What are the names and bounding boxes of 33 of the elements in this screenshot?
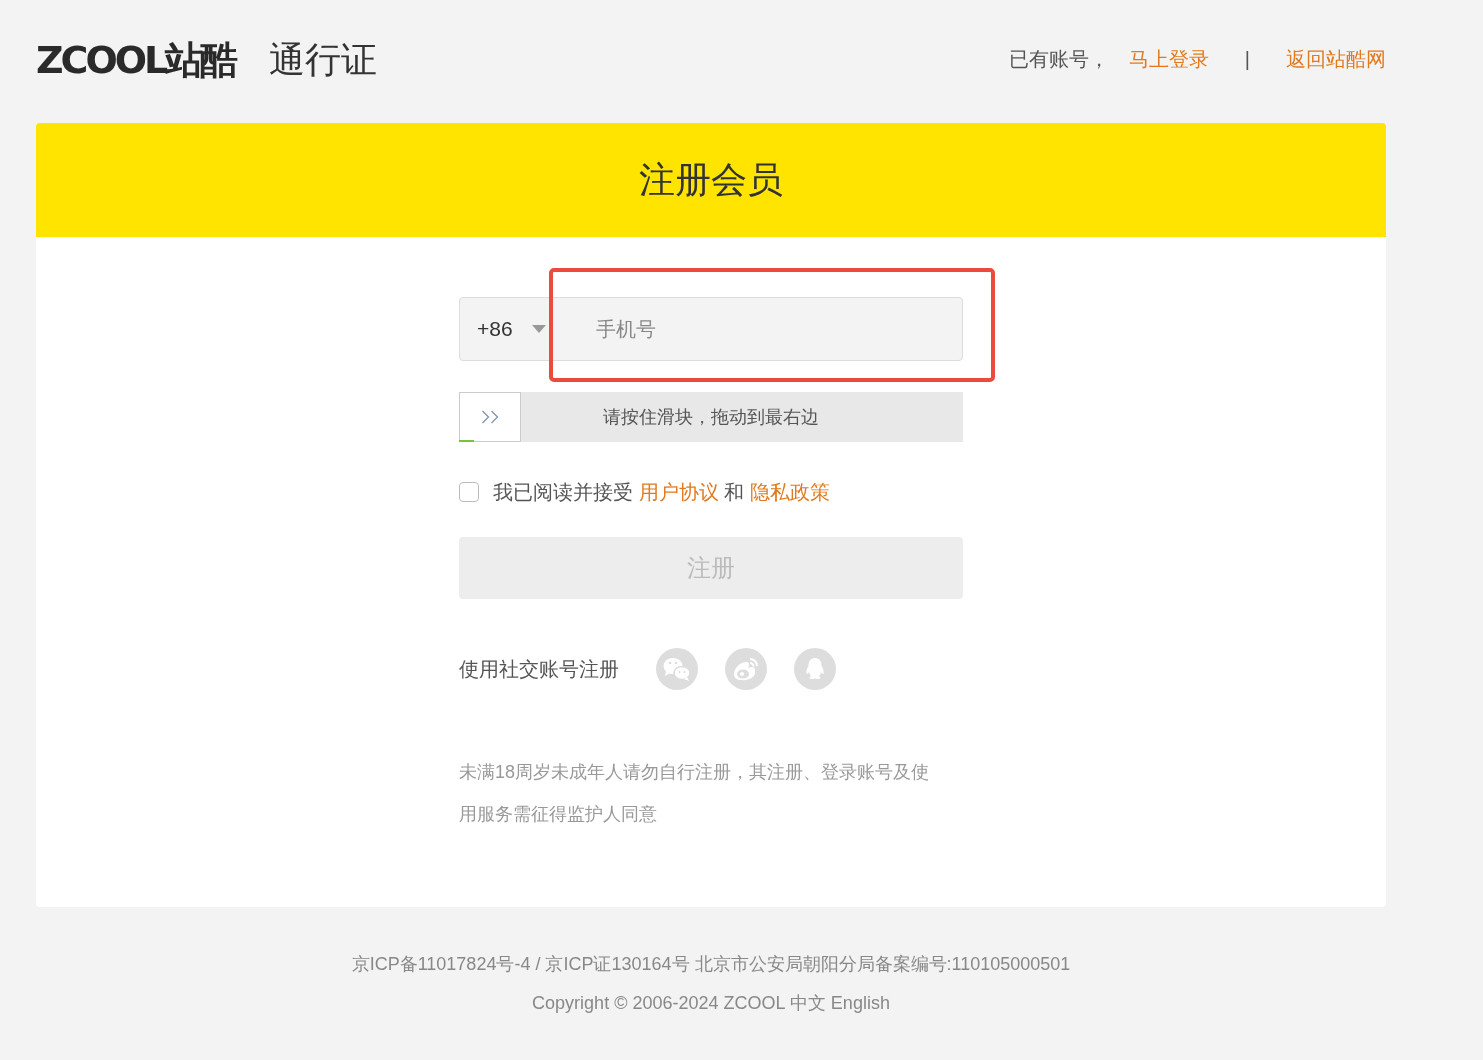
phone-field[interactable]: +86 手机号 [459,297,963,361]
account-prompt: 已有账号， [1008,47,1109,72]
chat-bubbles-icon [656,648,698,690]
page-subtitle: 通行证 [269,41,378,78]
country-code-select[interactable]: +86 [460,298,560,360]
slider-hint: 请按住滑块，拖动到最右边 [603,406,819,429]
site-logo[interactable]: ZCOOL站酷 [36,40,236,79]
footer-separator: / [535,954,541,974]
slider-handle[interactable] [459,392,521,442]
language-link[interactable]: English [830,993,890,1013]
language-link[interactable]: 中文 [789,993,826,1013]
caret-icon [531,325,546,333]
nav-link[interactable]: 马上登录 [1128,46,1209,73]
police-record-link[interactable]: 北京市公安局朝阳分局备案编号:110105000501 [694,954,1071,974]
minor-notice: 未满18周岁未成年人请勿自行注册，其注册、登录账号及使用服务需征得监护人同意 [459,761,931,826]
card-title: 注册会员 [639,157,783,202]
icp-link[interactable]: 京ICP证130164号 [545,954,690,974]
social-signup-label: 使用社交账号注册 [459,656,619,682]
social-login-button[interactable] [656,648,698,690]
icp-link[interactable]: 京ICP备11017824号-4 [351,954,531,974]
policy-link[interactable]: 隐私政策 [749,480,830,503]
copyright-text: Copyright © 2006-2024 ZCOOL [532,993,785,1013]
policy-link[interactable]: 用户协议 [638,480,719,503]
double-chevron-icon [480,410,500,424]
phone-input[interactable]: 手机号 [560,298,962,360]
nav-link[interactable]: 返回站酷网 [1286,46,1386,73]
social-login-button[interactable] [794,648,836,690]
agreement-text: 我已阅读并接受 用户协议 和 隐私政策 [493,479,830,505]
penguin-icon [794,648,836,690]
swirl-eye-icon [725,648,767,690]
nav-separator: | [1244,48,1250,71]
social-login-button[interactable] [725,648,767,690]
agreement-checkbox[interactable] [459,482,479,502]
